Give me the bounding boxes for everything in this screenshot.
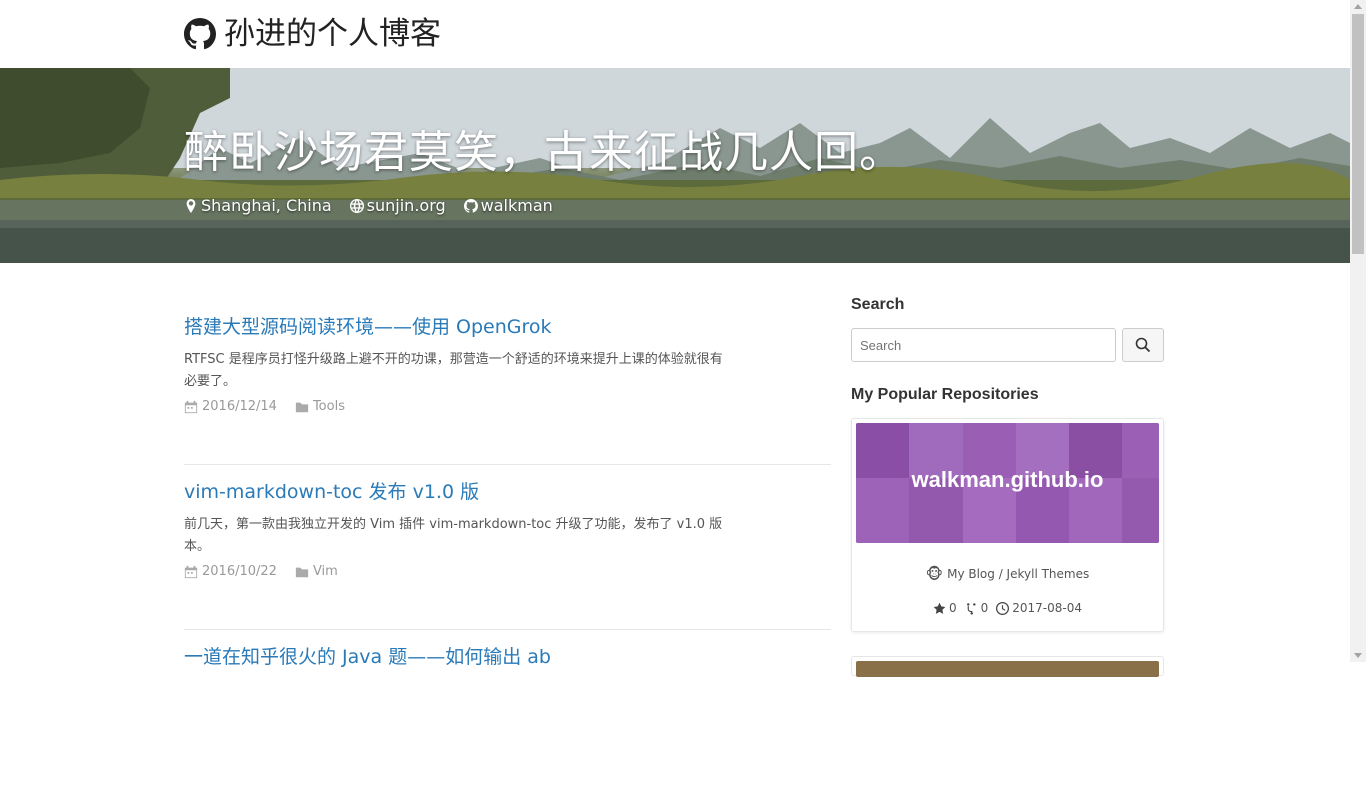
scroll-up-arrow-icon[interactable]: [1354, 4, 1362, 9]
post-title-link[interactable]: 一道在知乎很火的 Java 题——如何输出 ab: [184, 642, 831, 669]
star-icon: [933, 602, 946, 614]
repo-stats: 0 0 2017-08-04: [856, 601, 1159, 615]
hero-banner: 醉卧沙场君莫笑，古来征战几人回。 Shanghai, China sunjin.…: [0, 68, 1350, 263]
repo-card[interactable]: [851, 656, 1164, 677]
vertical-scrollbar[interactable]: [1350, 0, 1366, 662]
repo-banner[interactable]: walkman.github.io: [856, 423, 1159, 543]
location-text: Shanghai, China: [201, 196, 332, 215]
scroll-down-arrow-icon[interactable]: [1354, 653, 1362, 658]
folder-icon: [295, 402, 309, 412]
github-icon: [184, 18, 216, 50]
repo-description: 🐵 My Blog / Jekyll Themes: [856, 565, 1159, 583]
monkey-emoji-icon: 🐵: [925, 565, 944, 583]
brand-link[interactable]: 孙进的个人博客: [184, 14, 441, 54]
repo-card[interactable]: walkman.github.io 🐵 My Blog / Jekyll The…: [851, 418, 1164, 632]
globe-icon: [349, 198, 364, 213]
calendar-icon: [184, 565, 198, 578]
search-input[interactable]: [851, 328, 1117, 362]
repo-forks: 0: [965, 601, 989, 615]
post-meta: 2016/12/14 Tools: [184, 399, 831, 414]
repo-name: walkman.github.io: [911, 467, 1104, 492]
repo-forks-count: 0: [980, 601, 989, 615]
repo-stars-count: 0: [948, 601, 957, 615]
post-list: 搭建大型源码阅读环境——使用 OpenGrok RTFSC 是程序员打怪升级路上…: [184, 300, 831, 795]
repo-description-text: My Blog / Jekyll Themes: [947, 567, 1090, 581]
post-item: vim-markdown-toc 发布 v1.0 版 前几天，第一款由我独立开发…: [184, 465, 831, 630]
github-icon: [463, 198, 478, 213]
website-text: sunjin.org: [366, 196, 446, 215]
post-excerpt: RTFSC 是程序员打怪升级路上避不开的功课，那营造一个舒适的环境来提升上课的体…: [184, 352, 723, 389]
banner-meta: Shanghai, China sunjin.org walkman: [184, 196, 553, 215]
location-item: Shanghai, China: [184, 196, 332, 215]
post-meta: 2016/10/22 Vim: [184, 564, 831, 579]
post-title-link[interactable]: 搭建大型源码阅读环境——使用 OpenGrok: [184, 312, 831, 339]
repo-updated-date: 2017-08-04: [1012, 601, 1083, 615]
brand-title: 孙进的个人博客: [224, 16, 441, 52]
repo-updated: 2017-08-04: [996, 601, 1082, 615]
post-category-text: Tools: [312, 399, 345, 414]
fork-icon: [966, 602, 976, 615]
post-date-text: 2016/10/22: [202, 564, 277, 579]
post-excerpt: 前几天，第一款由我独立开发的 Vim 插件 vim-markdown-toc 升…: [184, 517, 723, 554]
repos-heading: My Popular Repositories: [851, 386, 1039, 403]
scroll-thumb[interactable]: [1352, 14, 1364, 254]
sidebar: Search My Popular Repositories walkman.g…: [851, 296, 1164, 677]
repo-stars: 0: [933, 601, 957, 615]
post-date-text: 2016/12/14: [202, 399, 277, 414]
website-link[interactable]: sunjin.org: [349, 196, 446, 215]
clock-icon: [996, 601, 1010, 615]
search-icon: [1135, 337, 1151, 353]
search-button[interactable]: [1122, 328, 1164, 362]
post-category[interactable]: Tools: [295, 399, 345, 414]
calendar-icon: [184, 400, 198, 413]
post-title-link[interactable]: vim-markdown-toc 发布 v1.0 版: [184, 477, 831, 504]
folder-icon: [295, 567, 309, 577]
github-link[interactable]: walkman: [463, 196, 553, 215]
post-date: 2016/12/14: [184, 399, 277, 414]
map-pin-icon: [186, 198, 196, 213]
banner-title: 醉卧沙场君莫笑，古来征战几人回。: [184, 127, 904, 178]
post-item: 搭建大型源码阅读环境——使用 OpenGrok RTFSC 是程序员打怪升级路上…: [184, 300, 831, 465]
post-date: 2016/10/22: [184, 564, 277, 579]
post-category-text: Vim: [312, 564, 338, 579]
search-heading: Search: [851, 296, 905, 313]
post-category[interactable]: Vim: [295, 564, 338, 579]
github-text: walkman: [480, 196, 553, 215]
search-form: [851, 328, 1164, 362]
navbar: 孙进的个人博客: [0, 0, 1350, 68]
repo-banner[interactable]: [856, 661, 1159, 677]
post-item: 一道在知乎很火的 Java 题——如何输出 ab: [184, 630, 831, 795]
